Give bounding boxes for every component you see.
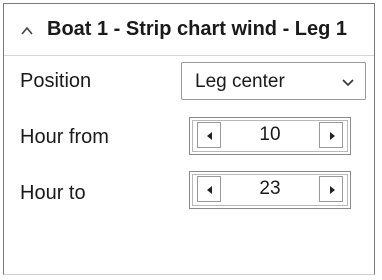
- hour-to-label: Hour to: [20, 182, 86, 204]
- arrow-left-icon: [207, 186, 212, 194]
- settings-panel: Boat 1 - Strip chart wind - Leg 1 Positi…: [3, 3, 375, 275]
- position-dropdown[interactable]: Leg center: [181, 62, 366, 100]
- panel-header[interactable]: Boat 1 - Strip chart wind - Leg 1: [4, 4, 374, 56]
- hour-to-decrement-button[interactable]: [197, 176, 221, 202]
- arrow-right-icon: [330, 186, 335, 194]
- hour-to-value[interactable]: 23: [224, 178, 316, 200]
- arrow-right-icon: [330, 132, 335, 140]
- panel-title: Boat 1 - Strip chart wind - Leg 1: [47, 18, 348, 40]
- hour-from-label: Hour from: [20, 126, 109, 148]
- hour-from-value[interactable]: 10: [224, 124, 316, 146]
- position-selected-value: Leg center: [195, 71, 285, 92]
- hour-from-decrement-button[interactable]: [197, 122, 221, 148]
- position-label: Position: [20, 70, 92, 92]
- hour-from-stepper[interactable]: 10: [189, 117, 351, 155]
- arrow-left-icon: [207, 132, 212, 140]
- hour-to-increment-button[interactable]: [319, 176, 343, 202]
- hour-from-increment-button[interactable]: [319, 122, 343, 148]
- hour-to-stepper[interactable]: 23: [189, 171, 351, 209]
- header-divider: [4, 55, 374, 56]
- chevron-up-icon[interactable]: [20, 24, 34, 36]
- chevron-down-icon: [341, 75, 355, 87]
